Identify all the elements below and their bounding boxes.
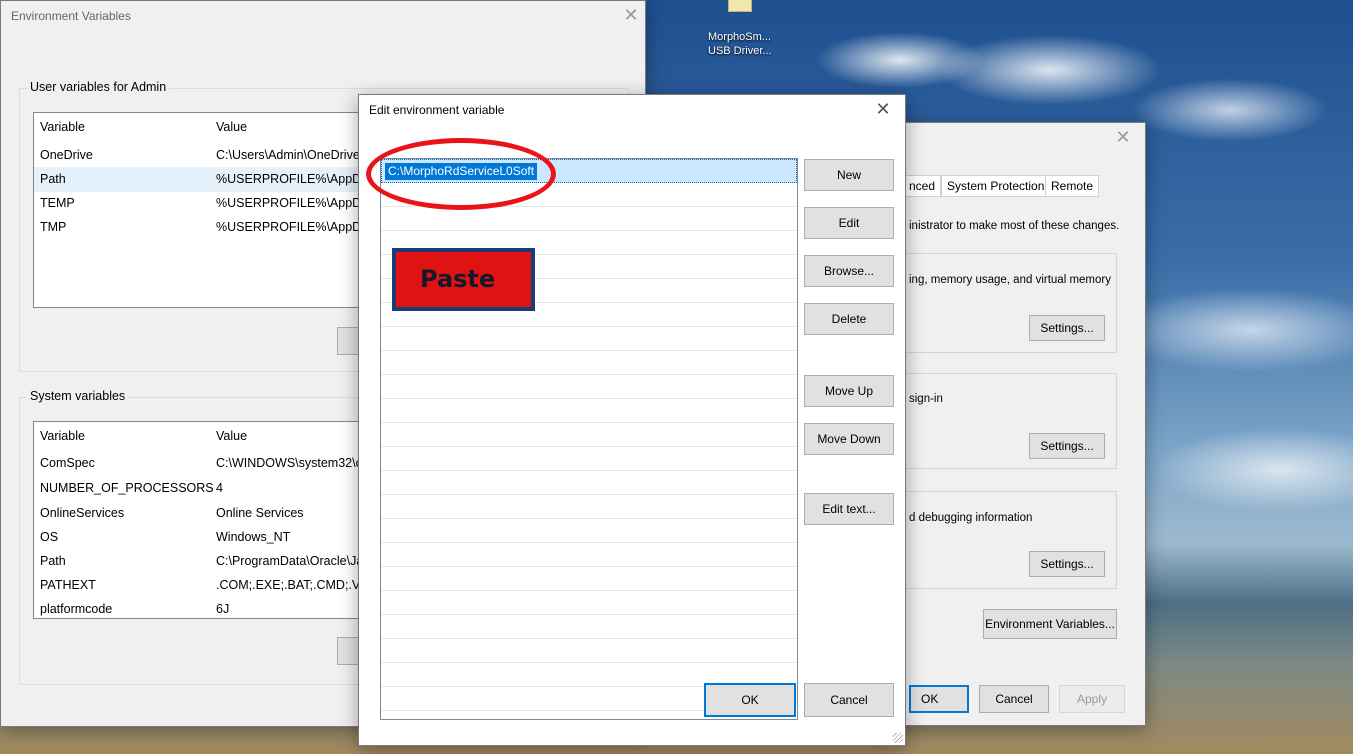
list-item[interactable] [381,375,797,399]
move-up-button[interactable]: Move Up [804,375,894,407]
delete-button[interactable]: Delete [804,303,894,335]
cancel-button[interactable]: Cancel [979,685,1049,713]
dialog-title: Edit environment variable [369,103,505,117]
tab-remote[interactable]: Remote [1045,175,1100,197]
user-profiles-settings-button[interactable]: Settings... [1029,433,1105,459]
close-icon[interactable]: ✕ [861,95,905,126]
list-item[interactable] [381,423,797,447]
browse-button[interactable]: Browse... [804,255,894,287]
environment-variables-button[interactable]: Environment Variables... [983,609,1117,639]
edit-text-button[interactable]: Edit text... [804,493,894,525]
system-variables-label: System variables [27,389,129,403]
tab-advanced[interactable]: nced [903,175,942,197]
paste-annotation-label: Paste [396,252,531,307]
list-item[interactable] [381,327,797,351]
paste-annotation: Paste [392,248,535,311]
performance-settings-button[interactable]: Settings... [1029,315,1105,341]
system-properties-window: ✕ nced System Protection Remote inistrat… [867,122,1146,726]
resize-grip-icon[interactable] [893,733,903,743]
list-item[interactable] [381,567,797,591]
new-button[interactable]: New [804,159,894,191]
list-item[interactable] [381,591,797,615]
list-item[interactable] [381,639,797,663]
list-item[interactable] [381,207,797,231]
admin-note: inistrator to make most of these changes… [909,220,1120,232]
move-down-button[interactable]: Move Down [804,423,894,455]
highlight-circle-annotation [366,138,556,210]
list-item[interactable] [381,615,797,639]
close-icon[interactable]: ✕ [1101,123,1145,154]
list-item[interactable] [381,495,797,519]
list-item[interactable] [381,351,797,375]
user-variables-label: User variables for Admin [27,80,170,94]
path-entries-list[interactable]: C:\MorphoRdServiceL0Soft [380,158,798,720]
list-item[interactable] [381,543,797,567]
list-item[interactable] [381,519,797,543]
apply-button[interactable]: Apply [1059,685,1125,713]
desktop-shortcut-morphosmart[interactable]: MorphoSm... USB Driver... [700,0,790,62]
startup-settings-button[interactable]: Settings... [1029,551,1105,577]
column-variable[interactable]: Variable [40,429,85,443]
performance-text: ing, memory usage, and virtual memory [909,274,1111,286]
ok-button[interactable]: OK [704,683,796,717]
user-profiles-text: sign-in [909,393,943,405]
window-title: Environment Variables [11,9,131,23]
list-item[interactable] [381,447,797,471]
cancel-button[interactable]: Cancel [804,683,894,717]
column-value[interactable]: Value [216,120,247,134]
edit-button[interactable]: Edit [804,207,894,239]
ok-button[interactable]: OK [909,685,969,713]
startup-recovery-text: d debugging information [909,512,1033,524]
close-icon[interactable]: ✕ [609,1,653,32]
tab-system-protection[interactable]: System Protection [941,175,1051,197]
desktop-shortcut-label: MorphoSm... USB Driver... [708,31,772,57]
folder-icon [728,0,752,12]
list-item[interactable] [381,399,797,423]
column-variable[interactable]: Variable [40,120,85,134]
list-item[interactable] [381,471,797,495]
column-value[interactable]: Value [216,429,247,443]
